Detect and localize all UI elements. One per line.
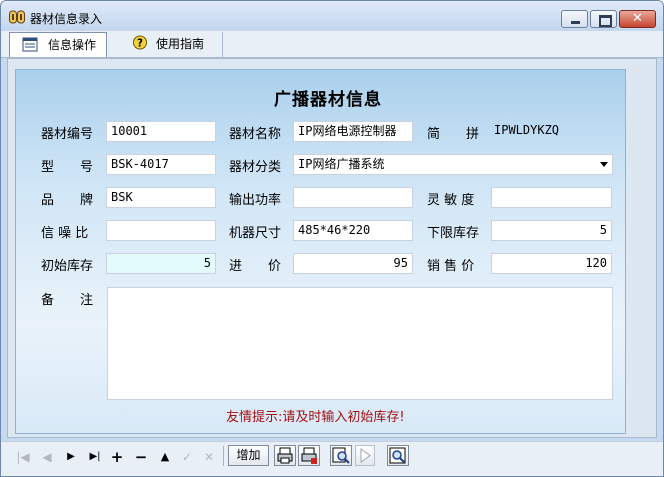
label-remark: 备 注 xyxy=(41,293,94,308)
maximize-icon xyxy=(591,11,616,27)
toolbar-separator xyxy=(223,446,224,466)
print-button[interactable] xyxy=(274,445,296,466)
edit-icon[interactable]: ▲ xyxy=(157,447,173,467)
close-icon: ✕ xyxy=(632,11,643,26)
form-icon xyxy=(22,37,38,52)
minimize-icon xyxy=(562,11,587,27)
close-button[interactable]: ✕ xyxy=(619,10,656,28)
form-heading: 广播器材信息 xyxy=(274,90,382,110)
navigator-toolbar: |◀ ◀ ▶ ▶| + − ▲ ✓ ✕ 增加 xyxy=(1,441,663,476)
category-value: IP网络广播系统 xyxy=(298,157,385,171)
tab-info-operation[interactable]: 信息操作 xyxy=(9,32,107,57)
tab-user-guide[interactable]: ? 使用指南 xyxy=(115,32,223,57)
label-power: 输出功率 xyxy=(229,193,282,208)
find-icon xyxy=(389,447,406,464)
svg-text:?: ? xyxy=(137,37,143,49)
search-button[interactable] xyxy=(330,445,352,466)
label-code: 器材编号 xyxy=(41,127,94,142)
init-stock-field[interactable]: 5 xyxy=(106,253,216,274)
model-field[interactable]: BSK-4017 xyxy=(106,154,216,175)
label-model: 型 号 xyxy=(41,160,94,175)
chevron-down-icon[interactable] xyxy=(600,162,608,167)
sale-price-field[interactable]: 120 xyxy=(491,253,612,274)
prev-icon[interactable]: ◀ xyxy=(39,447,55,467)
maximize-button[interactable] xyxy=(590,10,617,28)
label-snr: 信 噪 比 xyxy=(41,226,89,241)
remark-textarea[interactable] xyxy=(107,287,613,400)
purchase-price-field[interactable]: 95 xyxy=(293,253,413,274)
tab-strip: 信息操作 ? 使用指南 xyxy=(1,31,663,58)
snr-field[interactable] xyxy=(106,220,216,241)
hint-text: 友情提示:请及时输入初始库存! xyxy=(226,410,405,425)
cancel-icon[interactable]: ✕ xyxy=(201,447,217,467)
app-icon xyxy=(9,10,25,24)
first-icon[interactable]: |◀ xyxy=(15,447,31,467)
sensitivity-field[interactable] xyxy=(491,187,612,208)
play-button[interactable] xyxy=(355,445,375,466)
pinyin-field: IPWLDYKZQ xyxy=(494,123,560,137)
minimize-button[interactable] xyxy=(561,10,588,28)
power-field[interactable] xyxy=(293,187,413,208)
title-bar[interactable]: 器材信息录入 ✕ xyxy=(1,1,663,31)
app-window: 器材信息录入 ✕ 信息操作 ? 使用指南 广播器材信息 器材编号 10001 器… xyxy=(0,0,664,477)
size-field[interactable]: 485*46*220 xyxy=(293,220,413,241)
print-preview-icon xyxy=(301,447,317,464)
next-icon[interactable]: ▶ xyxy=(63,447,79,467)
label-pinyin: 简 拼 xyxy=(427,127,480,142)
label-min-stock: 下限库存 xyxy=(427,226,480,241)
help-icon: ? xyxy=(132,35,148,50)
brand-field[interactable]: BSK xyxy=(106,187,216,208)
label-sale-price: 销 售 价 xyxy=(427,259,475,274)
search-icon xyxy=(332,447,350,464)
find-button[interactable] xyxy=(387,445,409,466)
print-icon xyxy=(277,447,293,464)
label-brand: 品 牌 xyxy=(41,193,94,208)
min-stock-field[interactable]: 5 xyxy=(491,220,612,241)
label-sensitivity: 灵 敏 度 xyxy=(427,193,475,208)
label-purchase-price: 进 价 xyxy=(229,259,282,274)
insert-icon[interactable]: + xyxy=(109,447,125,467)
print-preview-button[interactable] xyxy=(298,445,320,466)
post-icon[interactable]: ✓ xyxy=(179,447,195,467)
delete-icon[interactable]: − xyxy=(133,447,149,467)
add-button[interactable]: 增加 xyxy=(228,445,269,466)
label-init-stock: 初始库存 xyxy=(41,259,94,274)
label-category: 器材分类 xyxy=(229,160,282,175)
category-select[interactable]: IP网络广播系统 xyxy=(293,154,613,175)
tab-label: 信息操作 xyxy=(48,38,97,52)
name-field[interactable]: IP网络电源控制器 xyxy=(293,121,413,142)
last-icon[interactable]: ▶| xyxy=(87,447,103,467)
label-name: 器材名称 xyxy=(229,127,282,142)
tab-label: 使用指南 xyxy=(156,37,205,51)
play-icon xyxy=(360,448,371,463)
code-field[interactable]: 10001 xyxy=(106,121,216,142)
window-title: 器材信息录入 xyxy=(30,12,103,26)
label-size: 机器尺寸 xyxy=(229,226,282,241)
